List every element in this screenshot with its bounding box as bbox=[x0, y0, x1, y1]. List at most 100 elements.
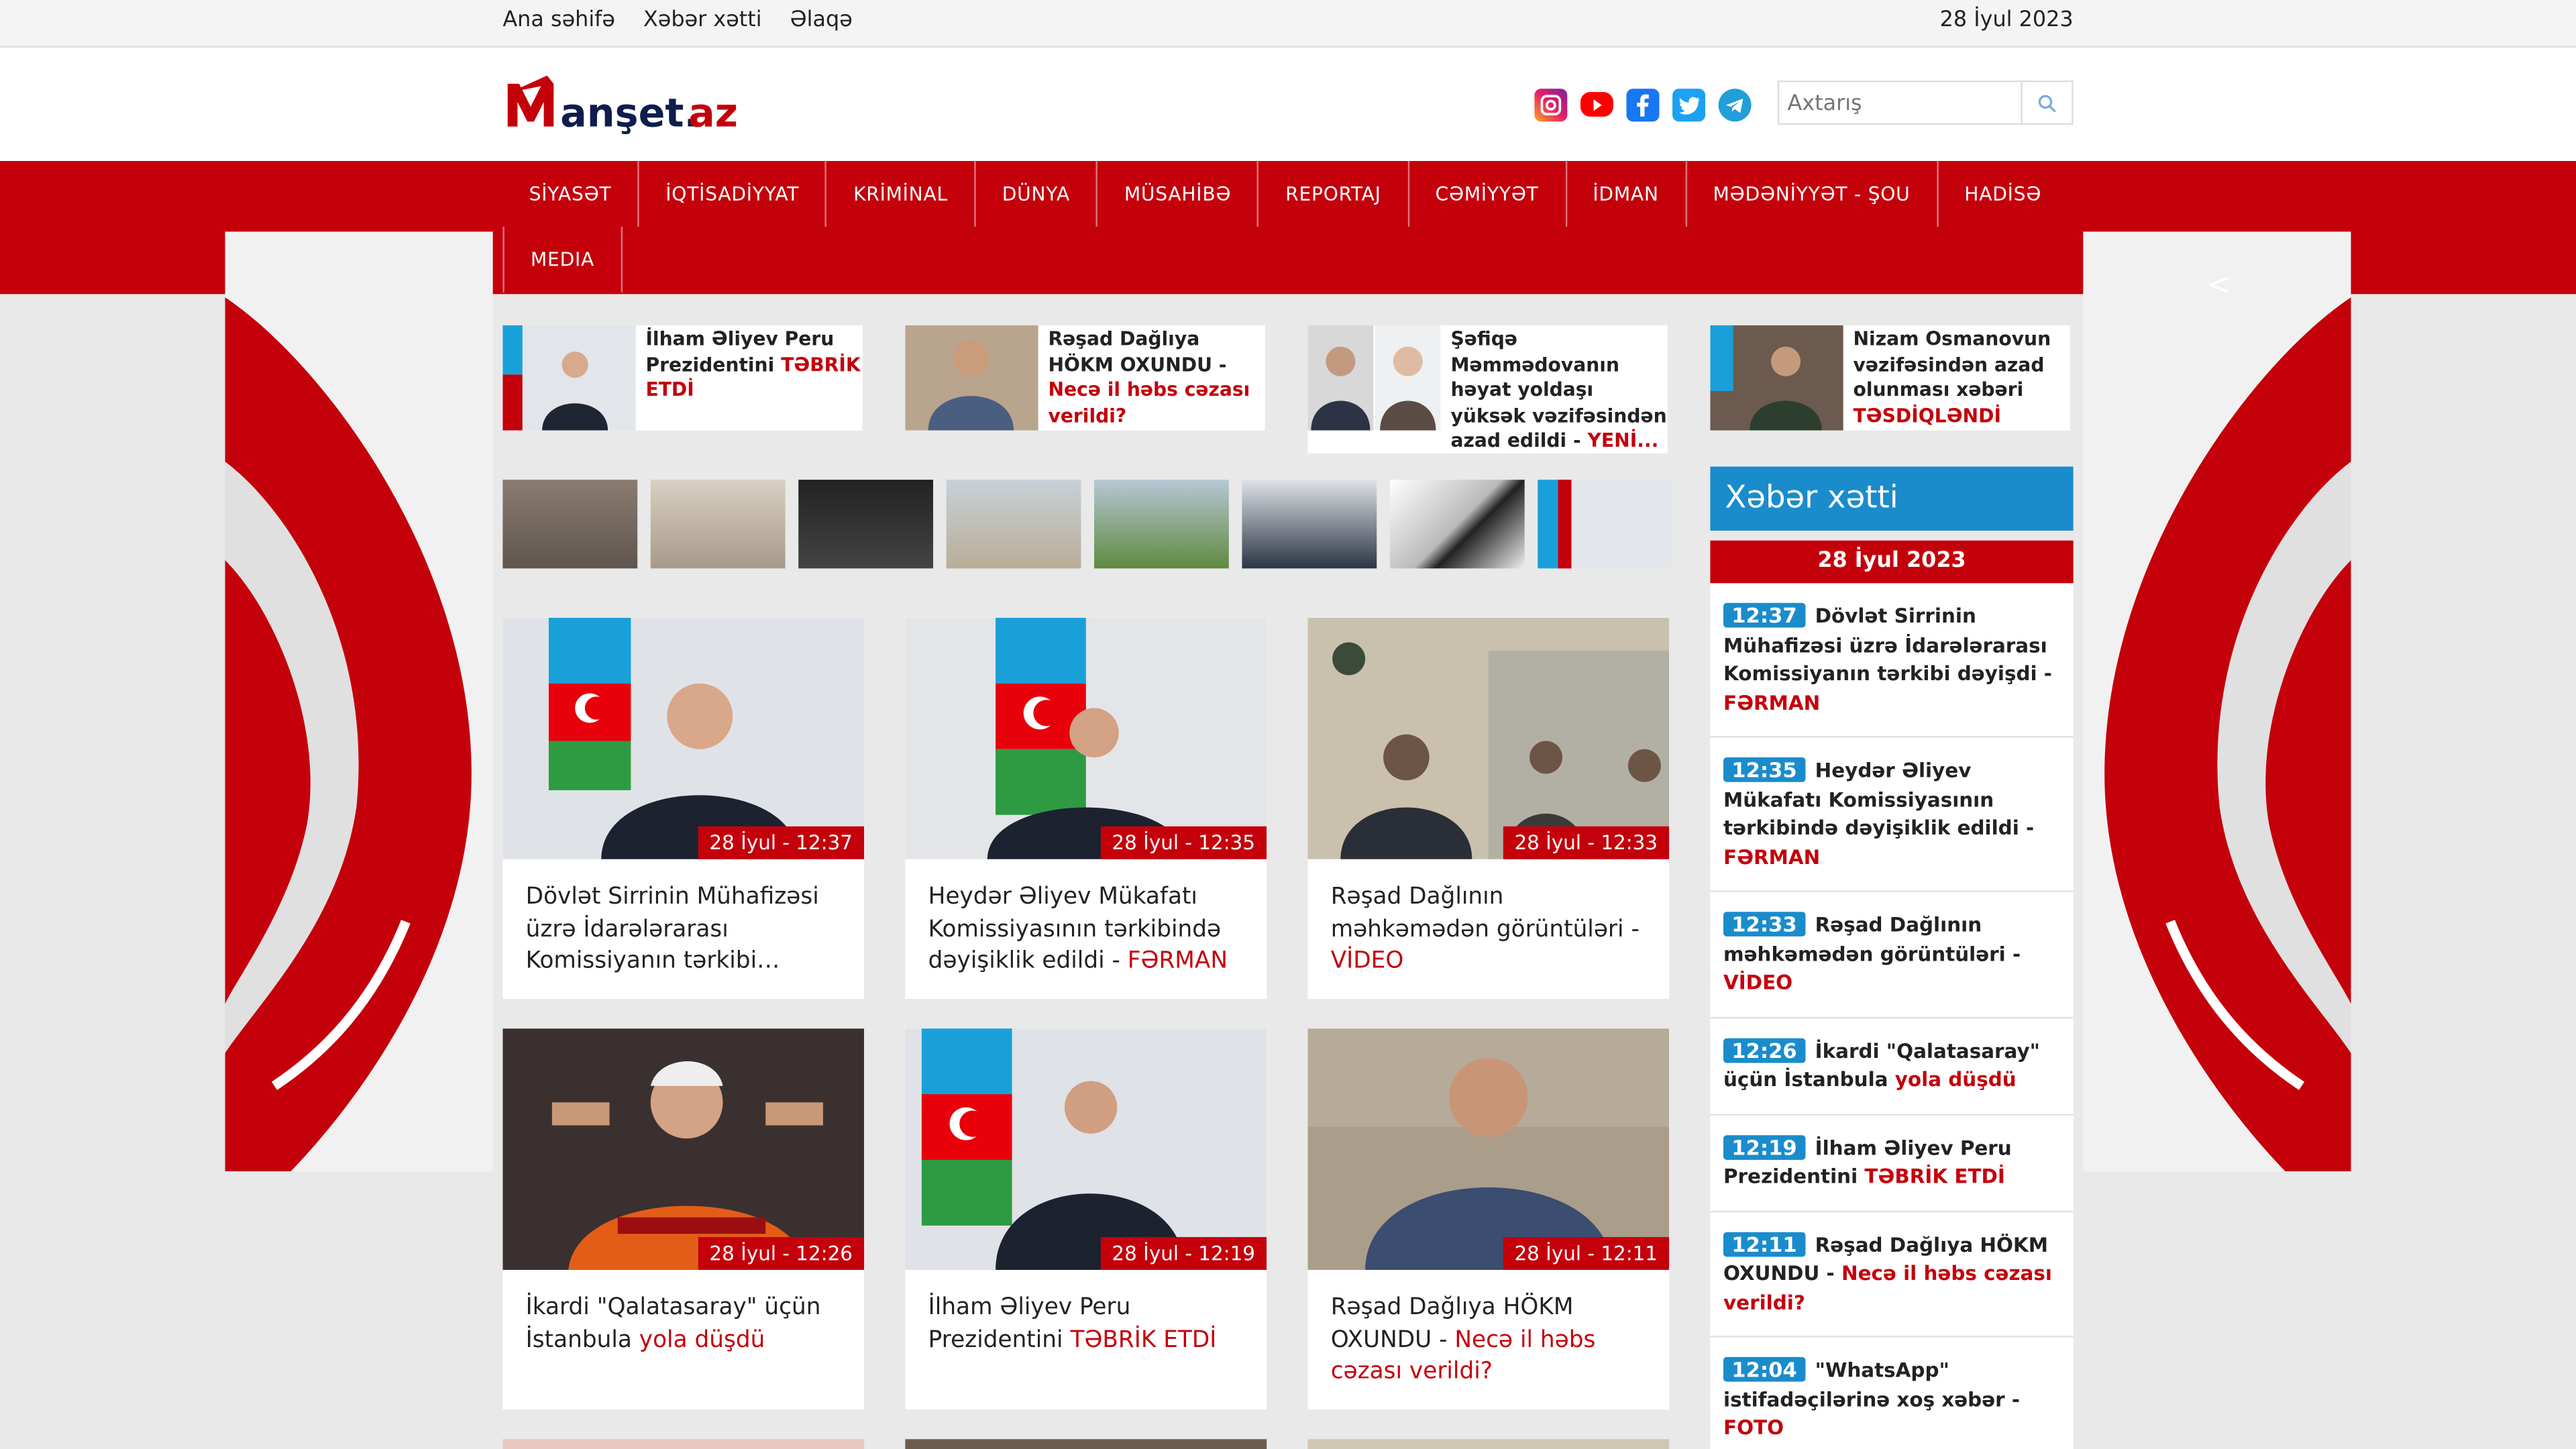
news-card-time: 28 İyul - 12:33 bbox=[1503, 826, 1670, 859]
headline-item[interactable]: İlham Əliyev Peru Prezidentini TƏBRİK ET… bbox=[502, 325, 863, 431]
site-logo[interactable]: anşet. az bbox=[504, 72, 743, 138]
strip-thumbnail[interactable] bbox=[1389, 480, 1525, 569]
news-card-image: 28 İyul - 12:37 bbox=[502, 617, 865, 859]
headline-highlight: TƏSDİQLƏNDİ bbox=[1853, 403, 2001, 427]
nav-item-kriminal[interactable]: KRİMİNAL bbox=[827, 161, 976, 227]
main-nav: SİYASƏT İQTİSADİYYAT KRİMİNAL DÜNYA MÜSA… bbox=[502, 161, 2073, 292]
banner-prev-arrow[interactable]: < bbox=[2206, 268, 2231, 302]
news-card-time: 28 İyul - 12:11 bbox=[1503, 1237, 1670, 1271]
news-card-highlight: yola düşdü bbox=[639, 1326, 765, 1353]
news-feed-time: 12:19 bbox=[1723, 1134, 1805, 1159]
news-card-highlight: VİDEO bbox=[1330, 948, 1404, 975]
instagram-icon[interactable] bbox=[1534, 89, 1568, 122]
news-card-highlight: TƏBRİK ETDİ bbox=[1070, 1326, 1217, 1353]
strip-thumbnail[interactable] bbox=[502, 480, 638, 569]
top-link-home[interactable]: Ana səhifə bbox=[502, 8, 615, 33]
search-input[interactable] bbox=[1779, 82, 2021, 125]
news-feed-time: 12:37 bbox=[1723, 602, 1805, 628]
news-card-time: 28 İyul - 12:26 bbox=[698, 1237, 865, 1271]
news-feed-item[interactable]: 12:35 Heydər Əliyev Mükafatı Komissiyasın… bbox=[1710, 738, 2074, 892]
news-feed-date: 28 İyul 2023 bbox=[1710, 540, 2074, 584]
news-card-partial[interactable] bbox=[905, 1439, 1267, 1449]
news-grid: 28 İyul - 12:37 Dövlət Sirrinin Mühafizə… bbox=[502, 617, 1670, 1449]
news-feed-item[interactable]: 12:04 "WhatsApp" istifadəçilərinə xoş xəb… bbox=[1710, 1337, 2073, 1449]
news-card[interactable]: 28 İyul - 12:19 İlham Əliyev Peru Prezid… bbox=[905, 1028, 1267, 1410]
strip-thumbnail[interactable] bbox=[1094, 480, 1229, 569]
headline-highlight: YENİ... bbox=[1587, 429, 1659, 452]
facebook-icon[interactable] bbox=[1626, 89, 1660, 122]
search-button[interactable] bbox=[2021, 82, 2072, 123]
news-feed-time: 12:33 bbox=[1723, 912, 1805, 936]
top-link-contact[interactable]: Əlaqə bbox=[790, 8, 853, 33]
telegram-icon[interactable] bbox=[1718, 89, 1752, 122]
youtube-icon[interactable] bbox=[1580, 92, 1613, 117]
headline-title: Rəşad Dağlıya HÖKM OXUNDU - bbox=[1048, 327, 1227, 376]
strip-thumbnail[interactable] bbox=[1242, 480, 1377, 569]
nav-row: SİYASƏT İQTİSADİYYAT KRİMİNAL DÜNYA MÜSA… bbox=[502, 161, 2073, 227]
nav-item-idman[interactable]: İDMAN bbox=[1566, 161, 1687, 227]
social-links bbox=[1534, 89, 1752, 122]
news-card-image: 28 İyul - 12:35 bbox=[905, 617, 1267, 859]
news-card-image: 28 İyul - 12:19 bbox=[905, 1028, 1267, 1271]
news-card[interactable]: 28 İyul - 12:11 Rəşad Dağlıya HÖKM OXUND… bbox=[1307, 1028, 1670, 1410]
strip-thumbnail[interactable] bbox=[650, 480, 786, 569]
news-feed-item[interactable]: 12:37 Dövlət Sirrinin Mühafizəsi üzrə İda… bbox=[1710, 583, 2074, 738]
news-feed-heading[interactable]: Xəbər xətti bbox=[1710, 466, 2074, 531]
news-feed-highlight: VİDEO bbox=[1723, 971, 1793, 994]
nav-item-cemiyyet[interactable]: CƏMİYYƏT bbox=[1409, 161, 1567, 227]
nav-item-hadise[interactable]: HADİSƏ bbox=[1938, 161, 2068, 227]
nav-item-siyaset[interactable]: SİYASƏT bbox=[502, 161, 640, 227]
headline-thumbnail bbox=[1710, 325, 1843, 431]
news-card-time: 28 İyul - 12:19 bbox=[1100, 1237, 1267, 1271]
header: anşet. az bbox=[0, 48, 2576, 162]
top-headlines: İlham Əliyev Peru Prezidentini TƏBRİK ET… bbox=[502, 325, 2070, 453]
news-feed-item[interactable]: 12:33 Rəşad Dağlının məhkəmədən görüntülə… bbox=[1710, 892, 2074, 1018]
nav-item-medeniyyet-sou[interactable]: MƏDƏNİYYƏT - ŞOU bbox=[1686, 161, 1939, 227]
nav-item-reportaj[interactable]: REPORTAJ bbox=[1259, 161, 1409, 227]
news-feed-item[interactable]: 12:19 İlham Əliyev Peru Prezidentini TƏBR… bbox=[1710, 1115, 2074, 1212]
news-feed-highlight: yola düşdü bbox=[1894, 1067, 2017, 1091]
news-card-highlight: FƏRMAN bbox=[1127, 948, 1228, 975]
strip-thumbnail[interactable] bbox=[946, 480, 1081, 569]
news-feed-time: 12:35 bbox=[1723, 757, 1805, 782]
news-feed-highlight: FOTO bbox=[1723, 1416, 1784, 1440]
svg-text:anşet.: anşet. bbox=[560, 90, 699, 136]
top-date: 28 İyul 2023 bbox=[1939, 8, 2074, 33]
news-card[interactable]: 28 İyul - 12:26 İkardi "Qalatasaray" üçü… bbox=[502, 1028, 865, 1410]
news-card-image: 28 İyul - 12:33 bbox=[1307, 617, 1670, 859]
news-card-partial[interactable] bbox=[502, 1439, 865, 1449]
headline-thumbnail bbox=[905, 325, 1038, 431]
nav-item-media[interactable]: MEDIA bbox=[502, 226, 623, 292]
side-banner-left[interactable] bbox=[225, 231, 493, 1172]
strip-thumbnail[interactable] bbox=[1538, 480, 1673, 569]
news-feed-sidebar: Xəbər xətti 28 İyul 2023 12:37 Dövlət Sir… bbox=[1710, 466, 2074, 1449]
news-feed-list: 12:37 Dövlət Sirrinin Mühafizəsi üzrə İda… bbox=[1710, 583, 2074, 1449]
headline-title: Nizam Osmanovun vəzifəsindən azad olunma… bbox=[1853, 327, 2051, 401]
search-icon bbox=[2038, 94, 2056, 112]
top-link-news-feed[interactable]: Xəbər xətti bbox=[643, 8, 762, 33]
headline-highlight: Necə il həbs cəzası verildi? bbox=[1048, 378, 1250, 427]
news-card[interactable]: 28 İyul - 12:35 Heydər Əliyev Mükafatı K… bbox=[905, 617, 1267, 999]
nav-item-musahibe[interactable]: MÜSAHİBƏ bbox=[1098, 161, 1259, 227]
headline-item[interactable]: Nizam Osmanovun vəzifəsindən azad olunma… bbox=[1710, 325, 2070, 431]
news-card[interactable]: 28 İyul - 12:37 Dövlət Sirrinin Mühafizə… bbox=[502, 617, 865, 999]
news-feed-time: 12:04 bbox=[1723, 1356, 1805, 1382]
svg-text:az: az bbox=[688, 90, 738, 136]
news-card[interactable]: 28 İyul - 12:33 Rəşad Dağlının məhkəmədə… bbox=[1307, 617, 1670, 999]
news-card-title: Dövlət Sirrinin Mühafizəsi üzrə İdarələr… bbox=[525, 883, 819, 975]
news-feed-highlight: FƏRMAN bbox=[1723, 845, 1821, 869]
headline-item[interactable]: Şəfiqə Məmmədovanın həyat yoldaşı yüksək… bbox=[1307, 325, 1668, 453]
side-banner-right[interactable]: < bbox=[2083, 231, 2351, 1172]
news-card-partial[interactable] bbox=[1307, 1439, 1670, 1449]
page: Ana səhifə Xəbər xətti Əlaqə 28 İyul 202… bbox=[0, 0, 2576, 1449]
news-feed-item[interactable]: 12:11 Rəşad Dağlıya HÖKM OXUNDU - Necə il… bbox=[1710, 1212, 2074, 1338]
news-feed-item[interactable]: 12:26 İkardi "Qalatasaray" üçün İstanbula… bbox=[1710, 1018, 2074, 1115]
headline-thumbnail bbox=[502, 325, 636, 431]
news-card-time: 28 İyul - 12:35 bbox=[1100, 826, 1267, 859]
top-links: Ana səhifə Xəbər xətti Əlaqə bbox=[502, 8, 873, 33]
strip-thumbnail[interactable] bbox=[798, 480, 934, 569]
nav-item-dunya[interactable]: DÜNYA bbox=[976, 161, 1098, 227]
nav-item-iqtisadiyyat[interactable]: İQTİSADİYYAT bbox=[639, 161, 827, 227]
twitter-icon[interactable] bbox=[1672, 89, 1706, 122]
headline-item[interactable]: Rəşad Dağlıya HÖKM OXUNDU - Necə il həbs… bbox=[905, 325, 1265, 431]
